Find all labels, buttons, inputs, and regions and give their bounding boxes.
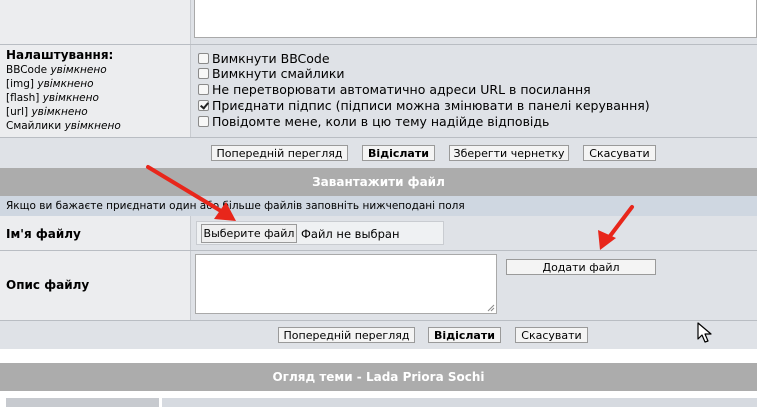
- checkbox[interactable]: [198, 68, 209, 79]
- section-gap: [0, 349, 757, 363]
- submit-button-bottom[interactable]: Відіслати: [428, 327, 501, 343]
- description-left-cell: Опис файлу: [0, 251, 191, 320]
- preview-button-bottom[interactable]: Попередній перегляд: [278, 327, 415, 343]
- status-url: [url] увімкнено: [6, 106, 88, 118]
- checkbox-checked[interactable]: [198, 100, 209, 111]
- checkbox[interactable]: [198, 84, 209, 95]
- cancel-button-bottom[interactable]: Скасувати: [515, 327, 588, 343]
- filename-left-cell: Ім'я файлу: [0, 216, 191, 251]
- review-author-cell: [6, 398, 159, 407]
- settings-title: Налаштування:: [6, 48, 114, 62]
- no-file-text: Файл не выбран: [301, 227, 400, 241]
- mouse-cursor-icon: [697, 322, 712, 343]
- choose-file-button[interactable]: Выберите файл: [201, 224, 297, 243]
- settings-status-list: BBCode увімкнено [img] увімкнено [flash]…: [6, 63, 121, 133]
- option-notify-reply[interactable]: Повідомте мене, коли в цю тему надійде в…: [198, 114, 549, 130]
- status-bbcode: BBCode увімкнено: [6, 64, 107, 76]
- message-left-cell: [0, 0, 191, 45]
- upload-header: Завантажити файл: [0, 168, 757, 196]
- status-img: [img] увімкнено: [6, 78, 94, 90]
- status-smilies: Смайлики увімкнено: [6, 120, 121, 132]
- topic-review-header: Огляд теми - Lada Priora Sochi: [0, 363, 757, 391]
- upload-hint: Якщо ви бажаєте приєднати один або більш…: [6, 200, 465, 212]
- filename-label: Ім'я файлу: [6, 227, 81, 241]
- submit-button[interactable]: Відіслати: [362, 145, 435, 161]
- description-textarea[interactable]: [195, 254, 497, 314]
- cancel-button[interactable]: Скасувати: [583, 145, 656, 161]
- checkbox[interactable]: [198, 53, 209, 64]
- settings-left-cell: Налаштування: BBCode увімкнено [img] уві…: [0, 45, 191, 137]
- add-file-button[interactable]: Додати файл: [506, 259, 656, 275]
- option-no-magic-url[interactable]: Не перетворювати автоматично адреси URL …: [198, 82, 591, 98]
- preview-button[interactable]: Попередній перегляд: [211, 145, 348, 161]
- description-label: Опис файлу: [6, 278, 90, 292]
- option-disable-smilies[interactable]: Вимкнути смайлики: [198, 66, 345, 82]
- resize-handle-icon[interactable]: [487, 304, 495, 312]
- option-disable-bbcode[interactable]: Вимкнути BBCode: [198, 51, 330, 67]
- option-attach-signature[interactable]: Приєднати підпис (підписи можна змінюват…: [198, 98, 650, 114]
- checkbox[interactable]: [198, 116, 209, 127]
- topic-review-subrow: [0, 391, 757, 407]
- status-flash: [flash] увімкнено: [6, 92, 99, 104]
- review-message-cell: [162, 398, 757, 407]
- save-draft-button[interactable]: Зберегти чернетку: [449, 145, 569, 161]
- message-textarea[interactable]: [194, 0, 757, 38]
